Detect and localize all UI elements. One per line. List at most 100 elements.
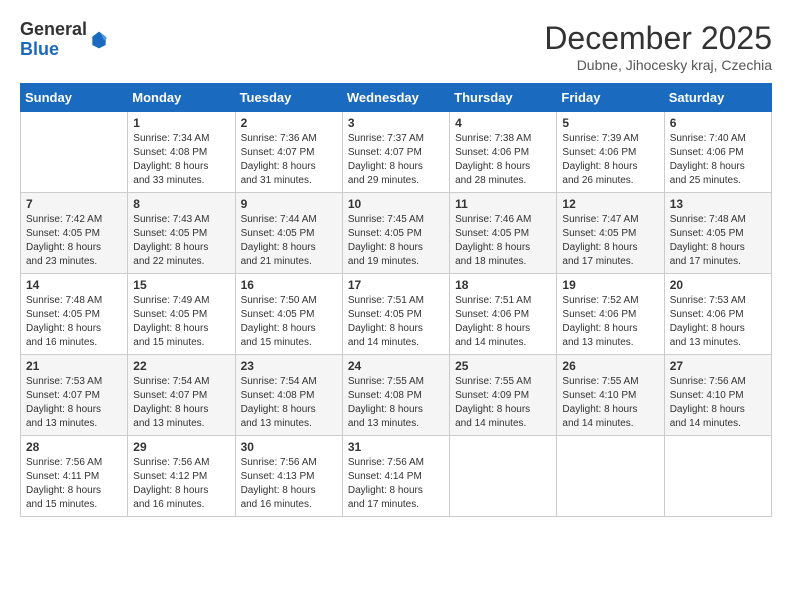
calendar-cell: 21Sunrise: 7:53 AM Sunset: 4:07 PM Dayli… [21, 355, 128, 436]
calendar-cell: 25 Sunrise: 7:55 AM Sunset: 4:09 PM Dayli… [450, 355, 557, 436]
day-info: Sunrise: 7:36 AM Sunset: 4:07 PM Dayligh… [241, 132, 337, 188]
calendar-cell [664, 436, 771, 517]
calendar-cell: 26Sunrise: 7:55 AM Sunset: 4:10 PM Dayli… [557, 355, 664, 436]
calendar-cell: 15Sunrise: 7:49 AM Sunset: 4:05 PM Dayli… [128, 274, 235, 355]
calendar-cell: 28 Sunrise: 7:56 AM Sunset: 4:11 PM Dayli… [21, 436, 128, 517]
day-number: 18 [455, 278, 551, 292]
calendar-cell: 20 Sunrise: 7:53 AM Sunset: 4:06 PM Dayli… [664, 274, 771, 355]
calendar-week-row: 7 Sunrise: 7:42 AM Sunset: 4:05 PM Daylig… [21, 193, 772, 274]
day-header-wednesday: Wednesday [342, 84, 449, 112]
calendar-cell: 16 Sunrise: 7:50 AM Sunset: 4:05 PM Dayli… [235, 274, 342, 355]
calendar-cell: 31 Sunrise: 7:56 AM Sunset: 4:14 PM Dayli… [342, 436, 449, 517]
day-number: 19 [562, 278, 658, 292]
day-number: 27 [670, 359, 766, 373]
logo-general: General [20, 20, 87, 40]
day-info: Sunrise: 7:40 AM Sunset: 4:06 PM Dayligh… [670, 132, 766, 188]
day-number: 20 [670, 278, 766, 292]
day-number: 23 [241, 359, 337, 373]
calendar-cell: 24 Sunrise: 7:55 AM Sunset: 4:08 PM Dayli… [342, 355, 449, 436]
calendar-cell [557, 436, 664, 517]
month-title: December 2025 [544, 20, 772, 57]
day-number: 17 [348, 278, 444, 292]
day-number: 12 [562, 197, 658, 211]
day-info: Sunrise: 7:37 AM Sunset: 4:07 PM Dayligh… [348, 132, 444, 188]
day-number: 21 [26, 359, 122, 373]
day-header-thursday: Thursday [450, 84, 557, 112]
day-info: Sunrise: 7:54 AM Sunset: 4:07 PM Dayligh… [133, 375, 229, 431]
day-info: Sunrise: 7:39 AM Sunset: 4:06 PM Dayligh… [562, 132, 658, 188]
day-number: 4 [455, 116, 551, 130]
day-number: 13 [670, 197, 766, 211]
day-info: Sunrise: 7:56 AM Sunset: 4:10 PM Dayligh… [670, 375, 766, 431]
calendar-week-row: 14 Sunrise: 7:48 AM Sunset: 4:05 PM Dayli… [21, 274, 772, 355]
calendar-cell: 29 Sunrise: 7:56 AM Sunset: 4:12 PM Dayli… [128, 436, 235, 517]
day-info: Sunrise: 7:53 AM Sunset: 4:06 PM Dayligh… [670, 294, 766, 350]
day-info: Sunrise: 7:46 AM Sunset: 4:05 PM Dayligh… [455, 213, 551, 269]
logo-blue: Blue [20, 40, 87, 60]
calendar-cell: 5Sunrise: 7:39 AM Sunset: 4:06 PM Daylig… [557, 112, 664, 193]
day-number: 7 [26, 197, 122, 211]
calendar-week-row: 21Sunrise: 7:53 AM Sunset: 4:07 PM Dayli… [21, 355, 772, 436]
day-info: Sunrise: 7:56 AM Sunset: 4:12 PM Dayligh… [133, 456, 229, 512]
logo: General Blue [20, 20, 109, 60]
day-number: 16 [241, 278, 337, 292]
calendar-cell: 9 Sunrise: 7:44 AM Sunset: 4:05 PM Daylig… [235, 193, 342, 274]
day-header-friday: Friday [557, 84, 664, 112]
day-header-saturday: Saturday [664, 84, 771, 112]
day-info: Sunrise: 7:44 AM Sunset: 4:05 PM Dayligh… [241, 213, 337, 269]
calendar-cell: 30Sunrise: 7:56 AM Sunset: 4:13 PM Dayli… [235, 436, 342, 517]
day-info: Sunrise: 7:43 AM Sunset: 4:05 PM Dayligh… [133, 213, 229, 269]
calendar-cell: 22 Sunrise: 7:54 AM Sunset: 4:07 PM Dayli… [128, 355, 235, 436]
calendar-cell: 27 Sunrise: 7:56 AM Sunset: 4:10 PM Dayli… [664, 355, 771, 436]
day-info: Sunrise: 7:42 AM Sunset: 4:05 PM Dayligh… [26, 213, 122, 269]
day-info: Sunrise: 7:50 AM Sunset: 4:05 PM Dayligh… [241, 294, 337, 350]
calendar-cell: 13Sunrise: 7:48 AM Sunset: 4:05 PM Dayli… [664, 193, 771, 274]
calendar-cell: 6Sunrise: 7:40 AM Sunset: 4:06 PM Daylig… [664, 112, 771, 193]
day-number: 1 [133, 116, 229, 130]
page-header: General Blue December 2025 Dubne, Jihoce… [20, 20, 772, 73]
day-info: Sunrise: 7:56 AM Sunset: 4:11 PM Dayligh… [26, 456, 122, 512]
calendar-cell: 3Sunrise: 7:37 AM Sunset: 4:07 PM Daylig… [342, 112, 449, 193]
day-number: 24 [348, 359, 444, 373]
calendar-cell: 11 Sunrise: 7:46 AM Sunset: 4:05 PM Dayli… [450, 193, 557, 274]
day-info: Sunrise: 7:56 AM Sunset: 4:13 PM Dayligh… [241, 456, 337, 512]
day-number: 25 [455, 359, 551, 373]
calendar-cell: 12Sunrise: 7:47 AM Sunset: 4:05 PM Dayli… [557, 193, 664, 274]
calendar-cell: 1 Sunrise: 7:34 AM Sunset: 4:08 PM Daylig… [128, 112, 235, 193]
day-info: Sunrise: 7:34 AM Sunset: 4:08 PM Dayligh… [133, 132, 229, 188]
day-info: Sunrise: 7:51 AM Sunset: 4:06 PM Dayligh… [455, 294, 551, 350]
day-info: Sunrise: 7:45 AM Sunset: 4:05 PM Dayligh… [348, 213, 444, 269]
day-info: Sunrise: 7:55 AM Sunset: 4:08 PM Dayligh… [348, 375, 444, 431]
day-number: 31 [348, 440, 444, 454]
day-number: 22 [133, 359, 229, 373]
calendar-cell [450, 436, 557, 517]
calendar-cell: 18 Sunrise: 7:51 AM Sunset: 4:06 PM Dayli… [450, 274, 557, 355]
day-info: Sunrise: 7:52 AM Sunset: 4:06 PM Dayligh… [562, 294, 658, 350]
calendar-cell: 8 Sunrise: 7:43 AM Sunset: 4:05 PM Daylig… [128, 193, 235, 274]
calendar-cell: 2 Sunrise: 7:36 AM Sunset: 4:07 PM Daylig… [235, 112, 342, 193]
day-number: 2 [241, 116, 337, 130]
day-header-monday: Monday [128, 84, 235, 112]
day-info: Sunrise: 7:48 AM Sunset: 4:05 PM Dayligh… [26, 294, 122, 350]
calendar-week-row: 28 Sunrise: 7:56 AM Sunset: 4:11 PM Dayli… [21, 436, 772, 517]
day-header-tuesday: Tuesday [235, 84, 342, 112]
calendar-cell [21, 112, 128, 193]
day-number: 28 [26, 440, 122, 454]
day-info: Sunrise: 7:56 AM Sunset: 4:14 PM Dayligh… [348, 456, 444, 512]
day-number: 8 [133, 197, 229, 211]
day-header-sunday: Sunday [21, 84, 128, 112]
calendar-cell: 14 Sunrise: 7:48 AM Sunset: 4:05 PM Dayli… [21, 274, 128, 355]
day-number: 29 [133, 440, 229, 454]
day-info: Sunrise: 7:55 AM Sunset: 4:09 PM Dayligh… [455, 375, 551, 431]
day-number: 9 [241, 197, 337, 211]
day-number: 15 [133, 278, 229, 292]
day-number: 10 [348, 197, 444, 211]
calendar-cell: 10 Sunrise: 7:45 AM Sunset: 4:05 PM Dayli… [342, 193, 449, 274]
title-block: December 2025 Dubne, Jihocesky kraj, Cze… [544, 20, 772, 73]
calendar-header-row: SundayMondayTuesdayWednesdayThursdayFrid… [21, 84, 772, 112]
calendar-cell: 19 Sunrise: 7:52 AM Sunset: 4:06 PM Dayli… [557, 274, 664, 355]
day-number: 26 [562, 359, 658, 373]
day-number: 11 [455, 197, 551, 211]
day-number: 14 [26, 278, 122, 292]
calendar-week-row: 1 Sunrise: 7:34 AM Sunset: 4:08 PM Daylig… [21, 112, 772, 193]
